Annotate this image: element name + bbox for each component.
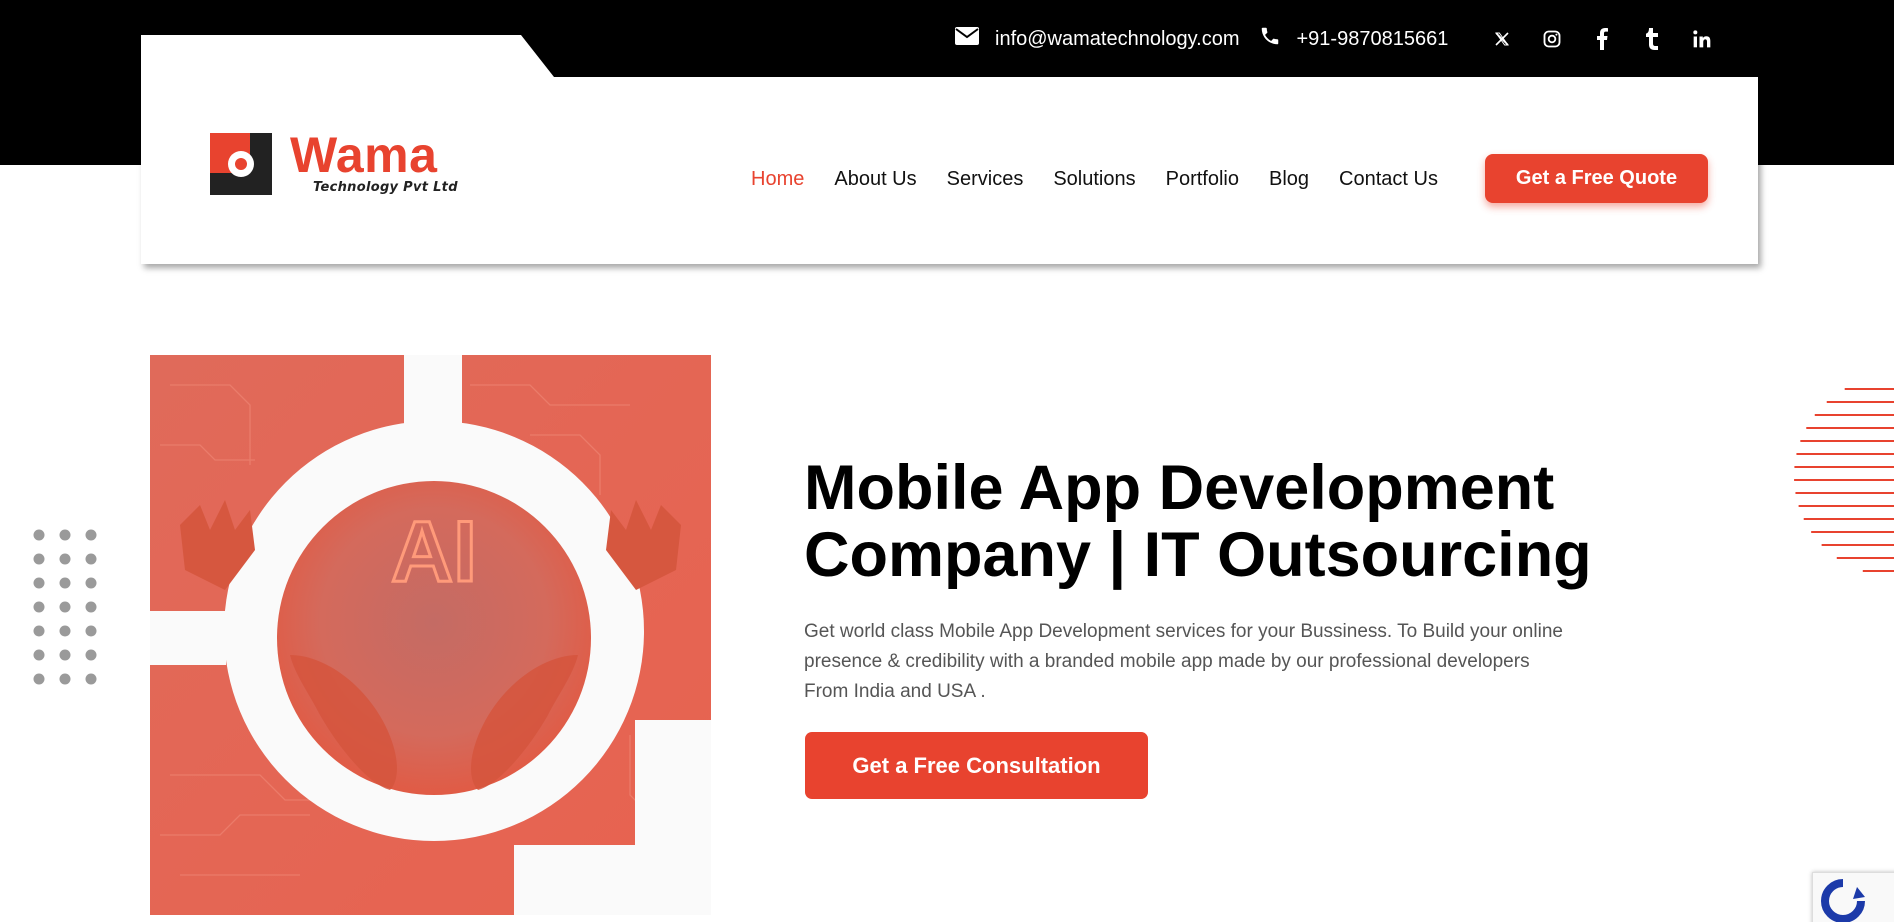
decorative-dot xyxy=(33,601,45,613)
decorative-dot xyxy=(85,625,97,637)
free-consultation-button[interactable]: Get a Free Consultation xyxy=(805,732,1148,799)
decorative-dot xyxy=(33,625,45,637)
decorative-dot xyxy=(85,601,97,613)
phone-text[interactable]: +91-9870815661 xyxy=(1297,28,1449,51)
nav-services[interactable]: Services xyxy=(947,168,1024,191)
image-ai-text: AI xyxy=(391,504,477,600)
phone-contact[interactable]: +91-9870815661 xyxy=(1259,25,1449,53)
logo-name: Wama xyxy=(290,127,438,183)
hero-description: Get world class Mobile App Development s… xyxy=(804,621,1563,702)
decorative-dot xyxy=(85,673,97,685)
nav-solutions[interactable]: Solutions xyxy=(1053,168,1135,191)
decorative-dot xyxy=(33,649,45,661)
logo-mark-icon xyxy=(210,133,272,195)
decorative-dot xyxy=(33,673,45,685)
facebook-icon[interactable] xyxy=(1577,22,1627,56)
instagram-icon[interactable] xyxy=(1527,22,1577,56)
social-links xyxy=(1477,22,1727,56)
x-icon[interactable] xyxy=(1477,22,1527,56)
decorative-dot xyxy=(59,529,71,541)
nav-about-us[interactable]: About Us xyxy=(834,168,916,191)
main-nav: Home About Us Services Solutions Portfol… xyxy=(751,168,1468,191)
linkedin-icon[interactable] xyxy=(1677,22,1727,56)
recaptcha-badge[interactable] xyxy=(1812,872,1894,922)
decorative-dot xyxy=(59,577,71,589)
decorative-dot xyxy=(33,553,45,565)
contact-bar: info@wamatechnology.com +91-9870815661 xyxy=(955,22,1727,56)
hero-title-line-2: Company | IT Outsourcing xyxy=(804,520,1592,590)
email-text[interactable]: info@wamatechnology.com xyxy=(995,28,1240,51)
hero-title-line-1: Mobile App Development xyxy=(804,453,1555,523)
envelope-icon xyxy=(955,27,995,51)
hero-title: Mobile App Development Company | IT Outs… xyxy=(804,455,1624,589)
nav-portfolio[interactable]: Portfolio xyxy=(1166,168,1239,191)
decorative-dot xyxy=(85,553,97,565)
page: info@wamatechnology.com +91-9870815661 W… xyxy=(0,0,1894,922)
decorative-dot xyxy=(59,649,71,661)
phone-icon xyxy=(1259,25,1297,53)
decorative-dot xyxy=(85,577,97,589)
email-contact[interactable]: info@wamatechnology.com xyxy=(955,27,1240,51)
nav-contact-us[interactable]: Contact Us xyxy=(1339,168,1438,191)
nav-blog[interactable]: Blog xyxy=(1269,168,1309,191)
logo-subtitle: Technology Pvt Ltd xyxy=(313,180,458,195)
recaptcha-icon xyxy=(1821,879,1865,922)
decorative-dot xyxy=(59,601,71,613)
decorative-dot xyxy=(59,553,71,565)
nav-home[interactable]: Home xyxy=(751,168,804,191)
decorative-dot xyxy=(59,673,71,685)
tumblr-icon[interactable] xyxy=(1627,22,1677,56)
decorative-dot xyxy=(85,529,97,541)
hero-ai-image: AI xyxy=(150,355,711,915)
decorative-dot xyxy=(33,529,45,541)
company-logo[interactable]: Wama Technology Pvt Ltd xyxy=(210,127,458,195)
decorative-dot xyxy=(33,577,45,589)
decorative-dot xyxy=(85,649,97,661)
decorative-striped-circle xyxy=(1794,388,1894,572)
decorative-dot-grid xyxy=(33,529,97,685)
decorative-dot xyxy=(59,625,71,637)
get-free-quote-button[interactable]: Get a Free Quote xyxy=(1485,154,1708,203)
